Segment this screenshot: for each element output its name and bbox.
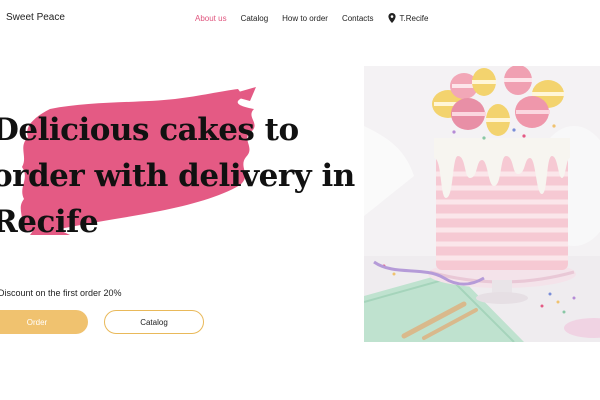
hero-title-line-3: Recife (0, 204, 99, 240)
order-button[interactable]: Order (0, 310, 88, 334)
nav-contacts[interactable]: Contacts (342, 14, 374, 23)
nav-catalog[interactable]: Catalog (241, 14, 269, 23)
hero-heading-block: Delicious cakes to order with delivery i… (0, 85, 355, 255)
nav-about-us[interactable]: About us (195, 14, 227, 23)
logo[interactable]: Sweet Peace (6, 12, 65, 23)
location-selector[interactable]: T.Recife (387, 13, 429, 23)
discount-text: Discount on the first order 20% (0, 288, 122, 298)
hero-title-line-1: Delicious cakes to (0, 112, 299, 148)
catalog-button[interactable]: Catalog (104, 310, 204, 334)
nav-how-to-order[interactable]: How to order (282, 14, 328, 23)
site-header: Sweet Peace About us Catalog How to orde… (0, 0, 600, 36)
cake-illustration (364, 66, 600, 342)
hero-title: Delicious cakes to order with delivery i… (0, 107, 355, 245)
cake-photo (364, 66, 600, 342)
location-label: T.Recife (399, 13, 429, 23)
location-pin-icon (387, 13, 396, 23)
hero-title-line-2: order with delivery in (0, 158, 355, 194)
main-nav: About us Catalog How to order Contacts T… (195, 13, 428, 23)
